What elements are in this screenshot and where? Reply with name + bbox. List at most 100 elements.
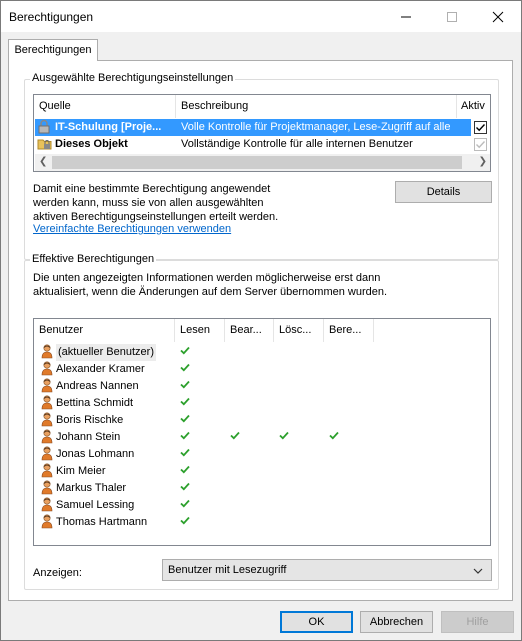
- column-header-delete[interactable]: Lösc...: [274, 319, 323, 342]
- column-header-description[interactable]: Beschreibung: [176, 95, 456, 118]
- user-row[interactable]: Samuel Lessing: [35, 497, 490, 514]
- user-name: Jonas Lohmann: [56, 448, 135, 460]
- source-cell: IT-Schulung [Proje...: [55, 121, 162, 133]
- user-name: Andreas Nannen: [56, 380, 139, 392]
- column-header-permissions[interactable]: Bere...: [324, 319, 373, 342]
- settings-row[interactable]: Dieses Objekt Vollständige Kontrolle für…: [35, 136, 471, 153]
- window-title: Berechtigungen: [9, 10, 94, 24]
- user-name: Alexander Kramer: [56, 363, 145, 375]
- column-header-active[interactable]: Aktiv: [457, 95, 490, 118]
- user-row[interactable]: (aktueller Benutzer): [35, 344, 490, 361]
- close-button[interactable]: [475, 1, 521, 32]
- checkmark-icon: [180, 463, 194, 480]
- tab-permissions[interactable]: Berechtigungen: [8, 39, 98, 61]
- minimize-icon: [401, 16, 411, 18]
- maximize-icon: [447, 12, 457, 22]
- details-button[interactable]: Details: [395, 181, 492, 203]
- info-line: aktualisiert, wenn die Änderungen auf de…: [33, 286, 388, 298]
- chevron-down-icon: [473, 568, 483, 574]
- checkmark-icon: [230, 429, 244, 446]
- selected-settings-legend: Ausgewählte Berechtigungseinstellungen: [30, 72, 236, 84]
- effective-permissions-legend: Effektive Berechtigungen: [30, 253, 157, 265]
- user-icon: [41, 463, 55, 480]
- cancel-button[interactable]: Abbrechen: [360, 611, 433, 633]
- checkmark-icon: [329, 429, 343, 446]
- user-name: Markus Thaler: [56, 482, 127, 494]
- user-row[interactable]: Bettina Schmidt: [35, 395, 490, 412]
- column-header-edit[interactable]: Bear...: [225, 319, 273, 342]
- user-row[interactable]: Markus Thaler: [35, 480, 490, 497]
- note-line: Damit eine bestimmte Berechtigung angewe…: [33, 183, 271, 195]
- note-line: aktiven Berechtigungseinstellungen ertei…: [33, 211, 279, 223]
- column-header-user[interactable]: Benutzer: [34, 319, 174, 342]
- permission-note: Damit eine bestimmte Berechtigung angewe…: [33, 182, 333, 224]
- user-row[interactable]: Alexander Kramer: [35, 361, 490, 378]
- lock-icon: [37, 119, 53, 136]
- source-cell: Dieses Objekt: [55, 138, 128, 150]
- minimize-button[interactable]: [383, 1, 429, 32]
- user-icon: [41, 378, 55, 395]
- user-row[interactable]: Jonas Lohmann: [35, 446, 490, 463]
- header-separator: [373, 319, 374, 342]
- user-row[interactable]: Johann Stein: [35, 429, 490, 446]
- user-icon: [41, 497, 55, 514]
- checkmark-icon: [476, 141, 486, 149]
- close-icon: [492, 11, 504, 23]
- ok-button[interactable]: OK: [280, 611, 353, 633]
- permissions-dialog: Berechtigungen Berechtigungen Ausgewählt…: [0, 0, 522, 641]
- checkmark-icon: [180, 395, 194, 412]
- settings-list[interactable]: Quelle Beschreibung Aktiv IT-Schulung [P…: [33, 94, 491, 172]
- show-filter-value: Benutzer mit Lesezugriff: [168, 564, 287, 576]
- checkmark-icon: [180, 497, 194, 514]
- user-icon: [41, 344, 55, 361]
- effective-users-list[interactable]: Benutzer Lesen Bear... Lösc... Bere... (…: [33, 318, 491, 546]
- show-filter-select[interactable]: Benutzer mit Lesezugriff: [162, 559, 492, 581]
- checkmark-icon: [180, 514, 194, 531]
- user-icon: [41, 514, 55, 531]
- column-header-read[interactable]: Lesen: [175, 319, 224, 342]
- tab-panel: Ausgewählte Berechtigungseinstellungen Q…: [8, 60, 513, 601]
- scroll-left-icon[interactable]: ❮: [39, 156, 47, 167]
- user-icon: [41, 395, 55, 412]
- effective-info: Die unten angezeigten Informationen werd…: [33, 271, 493, 299]
- user-name: Samuel Lessing: [56, 499, 135, 511]
- settings-row-selected[interactable]: IT-Schulung [Proje... Volle Kontrolle fü…: [35, 119, 471, 136]
- user-row[interactable]: Kim Meier: [35, 463, 490, 480]
- user-row[interactable]: Andreas Nannen: [35, 378, 490, 395]
- scroll-right-icon[interactable]: ❯: [479, 156, 487, 167]
- user-row[interactable]: Thomas Hartmann: [35, 514, 490, 531]
- checkmark-icon: [180, 446, 194, 463]
- user-name: Johann Stein: [56, 431, 121, 443]
- horizontal-scrollbar[interactable]: ❮ ❯: [35, 154, 490, 171]
- checkmark-icon: [180, 344, 194, 361]
- user-icon: [41, 480, 55, 497]
- user-icon: [41, 446, 55, 463]
- show-label: Anzeigen:: [33, 567, 82, 579]
- scroll-thumb[interactable]: [52, 156, 462, 169]
- maximize-button: [429, 1, 475, 32]
- checkmark-icon: [180, 412, 194, 429]
- checkmark-icon: [476, 124, 486, 132]
- active-checkbox[interactable]: [474, 121, 487, 134]
- column-header-source[interactable]: Quelle: [34, 95, 175, 118]
- user-row[interactable]: Boris Rischke: [35, 412, 490, 429]
- simplified-permissions-link[interactable]: Vereinfachte Berechtigungen verwenden: [33, 223, 231, 235]
- description-cell: Vollständige Kontrolle für alle internen…: [181, 138, 413, 150]
- help-button: Hilfe: [441, 611, 514, 633]
- info-line: Die unten angezeigten Informationen werd…: [33, 272, 381, 284]
- user-name: Kim Meier: [56, 465, 106, 477]
- user-name: Thomas Hartmann: [56, 516, 148, 528]
- effective-permissions-group: Effektive Berechtigungen Die unten angez…: [24, 253, 499, 590]
- checkmark-icon: [180, 429, 194, 446]
- active-checkbox-disabled: [474, 138, 487, 151]
- title-bar: Berechtigungen: [1, 1, 521, 32]
- checkmark-icon: [180, 480, 194, 497]
- user-name: Bettina Schmidt: [56, 397, 134, 409]
- note-line: werden kann, muss sie von allen ausgewäh…: [33, 197, 264, 209]
- user-icon: [41, 361, 55, 378]
- user-icon: [41, 429, 55, 446]
- folder-lock-icon: [37, 136, 53, 153]
- description-cell: Volle Kontrolle für Projektmanager, Lese…: [181, 121, 451, 133]
- user-name: (aktueller Benutzer): [56, 344, 156, 361]
- user-icon: [41, 412, 55, 429]
